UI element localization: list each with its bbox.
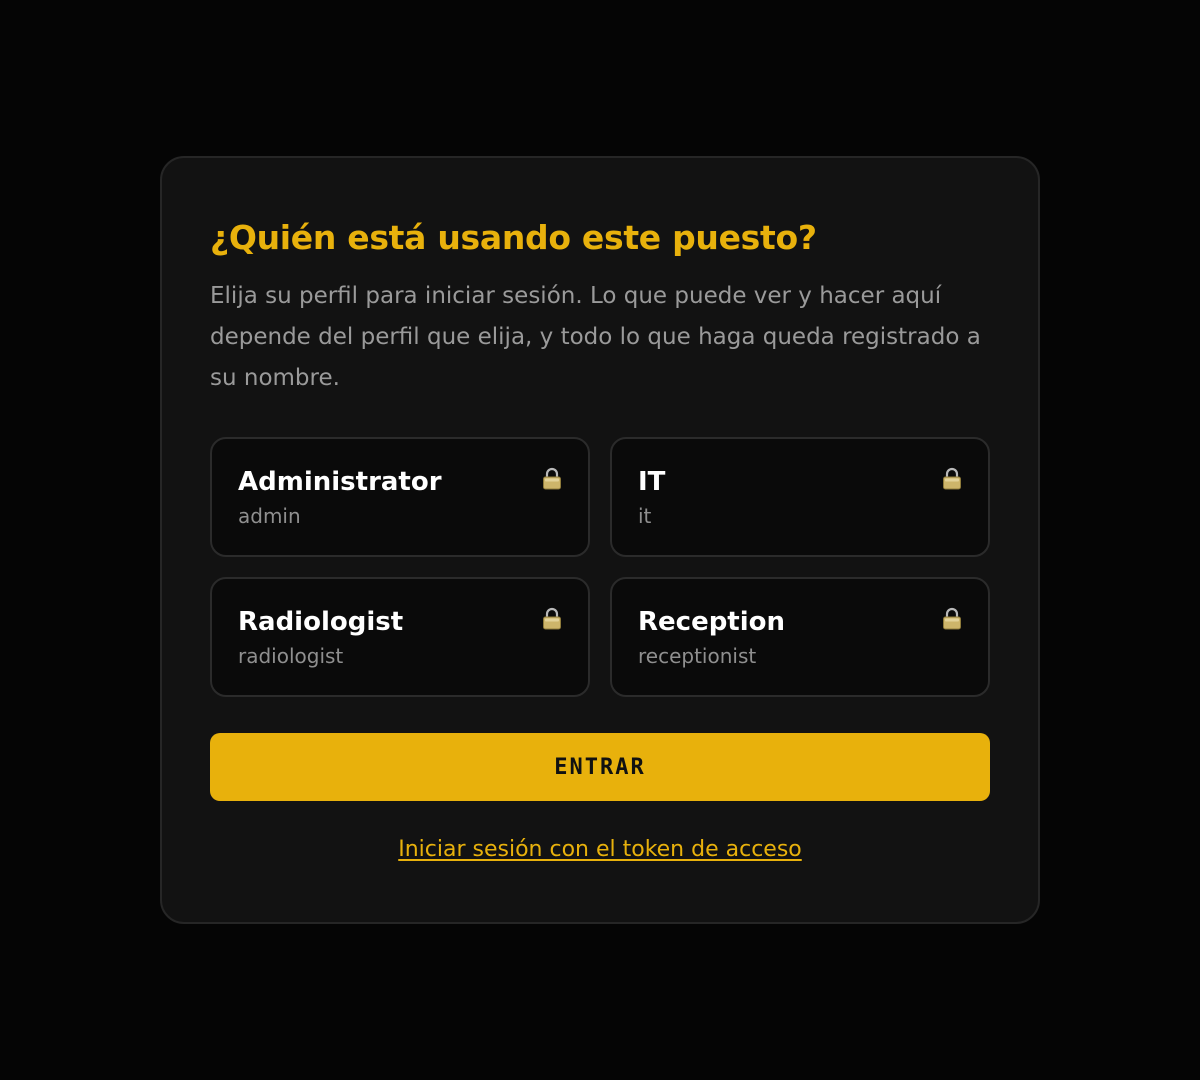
lock-icon [543,607,561,630]
profile-username: radiologist [238,644,344,668]
enter-button[interactable]: ENTRAR [210,733,990,801]
profile-name: IT [638,467,666,497]
profile-card-radiologist[interactable]: Radiologist radiologist [210,577,590,697]
profile-card-reception[interactable]: Reception receptionist [610,577,990,697]
profile-username: receptionist [638,644,757,668]
profile-card-administrator[interactable]: Administrator admin [210,437,590,557]
lock-icon [943,467,961,490]
profile-grid: Administrator admin IT it Radiologist ra… [210,437,990,697]
page-subtitle: Elija su perfil para iniciar sesión. Lo … [210,283,981,391]
lock-icon [543,467,561,490]
login-card: ¿Quién está usando este puesto? Elija su… [160,156,1040,924]
profile-name: Administrator [238,467,442,497]
profile-card-it[interactable]: IT it [610,437,990,557]
token-login-link[interactable]: Iniciar sesión con el token de acceso [398,837,802,862]
profile-username: it [638,504,652,528]
profile-name: Radiologist [238,607,404,637]
lock-icon [943,607,961,630]
token-link-container: Iniciar sesión con el token de acceso [210,837,990,862]
profile-username: admin [238,504,301,528]
profile-name: Reception [638,607,786,637]
page-title: ¿Quién está usando este puesto? [210,218,817,257]
